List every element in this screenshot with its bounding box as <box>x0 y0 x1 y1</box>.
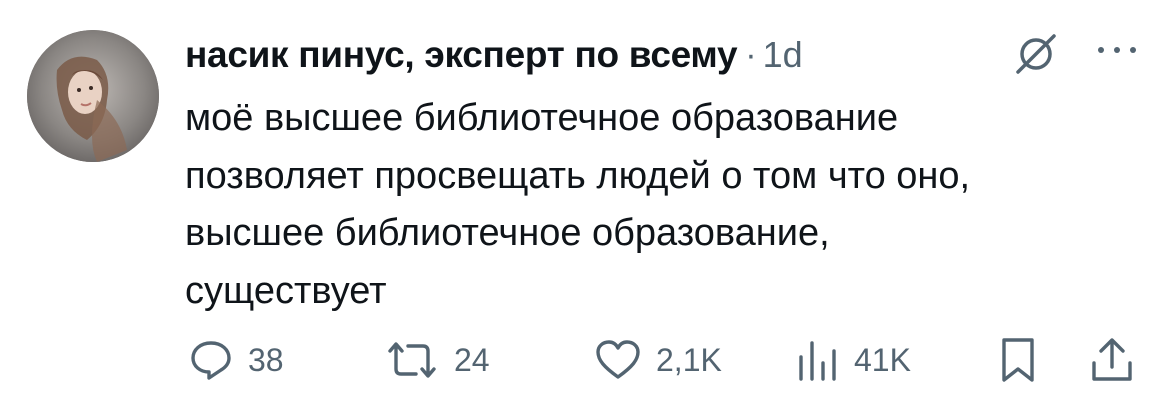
more-options-icon[interactable] <box>1093 38 1141 62</box>
like-button[interactable]: 2,1K <box>594 330 722 390</box>
avatar[interactable] <box>27 30 159 162</box>
grok-icon[interactable] <box>1012 30 1060 78</box>
views-icon <box>799 341 836 381</box>
reply-icon <box>191 341 231 380</box>
retweet-icon <box>388 342 436 378</box>
tweet-header: насик пинус, эксперт по всему · 1d <box>185 30 803 80</box>
tweet-text-line: высшее библиотечное образование, <box>185 212 830 254</box>
bookmark-icon <box>1002 338 1034 382</box>
reply-count: 38 <box>248 341 284 378</box>
views-button[interactable]: 41K <box>794 330 911 390</box>
like-count: 2,1K <box>656 341 722 378</box>
share-button[interactable] <box>1088 330 1136 390</box>
tweet-text: моё высшее библиотечное образование позв… <box>185 90 1145 320</box>
author-name[interactable]: насик пинус, эксперт по всему <box>185 34 738 76</box>
header-separator: · <box>745 35 757 74</box>
bookmark-button[interactable] <box>998 330 1038 390</box>
tweet-text-line: моё высшее библиотечное образование <box>185 97 899 139</box>
avatar-photo <box>27 30 159 162</box>
action-bar: 38 24 2,1K 41K <box>0 330 1170 390</box>
reply-button[interactable]: 38 <box>188 330 284 390</box>
share-icon <box>1092 338 1132 381</box>
retweet-button[interactable]: 24 <box>384 330 490 390</box>
retweet-count: 24 <box>454 341 490 378</box>
views-count: 41K <box>854 341 911 378</box>
tweet-text-line: позволяет просвещать людей о том что оно… <box>185 154 971 197</box>
tweet-text-line: существует <box>185 269 387 312</box>
heart-icon <box>596 340 640 379</box>
timestamp[interactable]: 1d <box>763 34 803 76</box>
